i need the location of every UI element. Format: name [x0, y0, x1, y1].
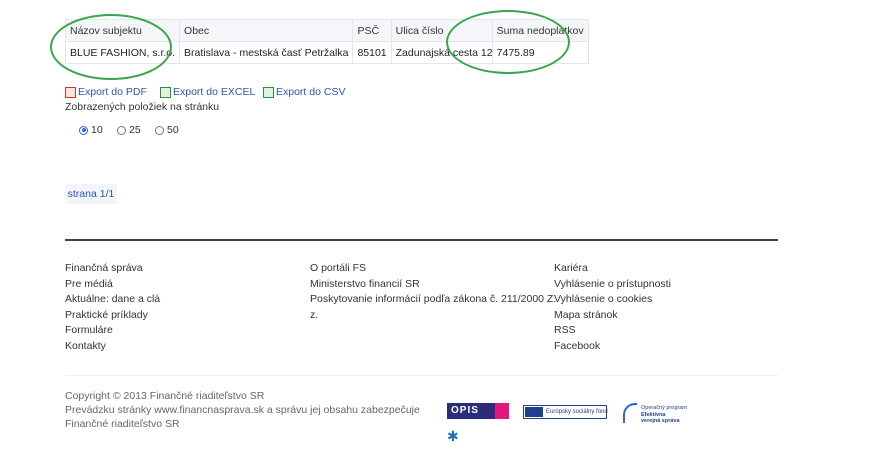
radio-25[interactable]	[117, 125, 126, 135]
eu-fund-text: Európsky sociálny fond	[546, 409, 608, 415]
copyright-line: Prevádzku stránky www.financnasprava.sk …	[65, 404, 420, 416]
export-excel-label: Export do EXCEL	[173, 86, 256, 98]
radio-10-label: 10	[91, 124, 103, 136]
export-pdf-label: Export do PDF	[78, 86, 147, 98]
export-pdf-link[interactable]: Export do PDF	[65, 86, 147, 98]
footer-link[interactable]: Ministerstvo financií SR	[310, 277, 556, 293]
export-csv-label: Export do CSV	[276, 86, 346, 98]
footer-link[interactable]: Kontakty	[65, 339, 160, 355]
radio-50-label: 50	[167, 124, 179, 136]
cell-zip: 85101	[352, 41, 392, 64]
footer-link[interactable]: Formuláre	[65, 323, 160, 339]
ovs-text: verejná správa	[641, 418, 680, 424]
footer-link[interactable]: Poskytovanie informácií podľa zákona č. …	[310, 292, 556, 308]
excel-icon	[160, 86, 171, 98]
footer-thin-divider	[65, 375, 778, 376]
copyright-line: Copyright © 2013 Finančné riaditeľstvo S…	[65, 390, 265, 402]
footer-link[interactable]: O portáli FS	[310, 261, 556, 277]
page-size-option-50[interactable]: 50	[155, 124, 179, 136]
footer-col-1: Finančná správa Pre médiá Aktuálne: dane…	[65, 261, 160, 355]
radio-25-label: 25	[129, 124, 141, 136]
footer-link[interactable]: Mapa stránok	[554, 308, 671, 324]
radio-50[interactable]	[155, 125, 164, 135]
eu-flag-icon	[525, 407, 543, 417]
footer-link[interactable]: Pre médiá	[65, 277, 160, 293]
footer-link[interactable]: Kariéra	[554, 261, 671, 277]
col-header-zip[interactable]: PSČ	[352, 19, 392, 42]
footer-link[interactable]: Finančná správa	[65, 261, 160, 277]
copyright-line: Finančné riaditeľstvo SR	[65, 418, 180, 430]
ovs-symbol-icon	[623, 403, 637, 423]
footer-link[interactable]: Vyhlásenie o prístupnosti	[554, 277, 671, 293]
star-icon: ✱	[447, 428, 459, 444]
csv-icon	[263, 86, 274, 98]
export-excel-link[interactable]: Export do EXCEL	[160, 86, 255, 98]
copyright: Copyright © 2013 Finančné riaditeľstvo S…	[65, 389, 420, 431]
footer-link[interactable]: z.	[310, 308, 556, 324]
opis-logo[interactable]: OPIS	[447, 403, 509, 419]
footer-link[interactable]: Praktické príklady	[65, 308, 160, 324]
col-header-city[interactable]: Obec	[179, 19, 354, 42]
page-size-option-25[interactable]: 25	[117, 124, 141, 136]
ovs-text: Operačný program	[641, 405, 687, 411]
cell-city: Bratislava - mestská časť Petržalka	[179, 41, 354, 64]
highlight-ellipse-amount	[446, 10, 570, 74]
page-size-label: Zobrazených položiek na stránku	[65, 101, 220, 113]
radio-10[interactable]	[79, 125, 88, 135]
footer-link[interactable]: Aktuálne: dane a clá	[65, 292, 160, 308]
footer-link[interactable]: RSS	[554, 323, 671, 339]
eu-fund-logo[interactable]: Európsky sociálny fond	[523, 405, 608, 419]
footer-link[interactable]: Facebook	[554, 339, 671, 355]
ovs-logo[interactable]: Operačný program Efektívna verejná správ…	[623, 403, 691, 425]
export-csv-link[interactable]: Export do CSV	[263, 86, 345, 98]
highlight-ellipse-name	[50, 14, 172, 80]
ministry-logo[interactable]: ✱	[447, 429, 529, 449]
footer-link[interactable]: Vyhlásenie o cookies	[554, 292, 671, 308]
pdf-icon	[65, 86, 76, 98]
pager[interactable]: strana 1/1	[65, 184, 117, 204]
footer-col-2: O portáli FS Ministerstvo financií SR Po…	[310, 261, 556, 323]
footer-col-3: Kariéra Vyhlásenie o prístupnosti Vyhlás…	[554, 261, 671, 355]
page-size-option-10[interactable]: 10	[79, 124, 103, 136]
opis-logo-text: OPIS	[451, 405, 479, 416]
footer-divider	[65, 239, 778, 241]
